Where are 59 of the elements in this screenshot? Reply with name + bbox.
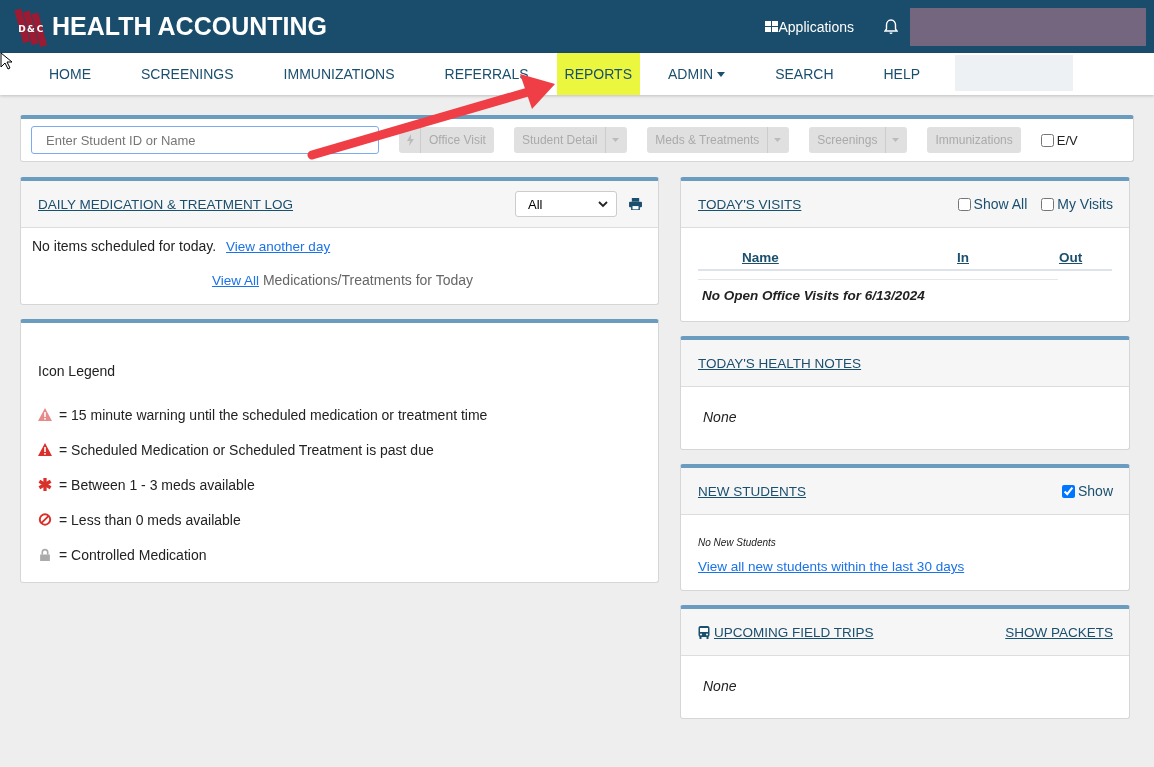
field-trips-title-link[interactable]: UPCOMING FIELD TRIPS xyxy=(714,624,874,640)
legend-text: = 15 minute warning until the scheduled medication or treatment time xyxy=(59,406,488,423)
no-new-students-message: No New Students xyxy=(697,536,777,550)
warning-triangle-icon xyxy=(38,408,52,421)
lock-icon xyxy=(38,548,52,561)
nav-item[interactable]: HELP xyxy=(861,53,943,95)
no-visits-message: No Open Office Visits for 6/13/2024 xyxy=(698,279,1058,311)
ev-label: E/V xyxy=(1056,132,1078,148)
no-items-message: No items scheduled for today. View another day xyxy=(32,238,332,256)
nav-item[interactable]: SEARCH xyxy=(753,53,856,95)
checkbox-label: Show xyxy=(1077,483,1113,499)
print-icon[interactable] xyxy=(629,198,642,210)
medication-log-title-link[interactable]: DAILY MEDICATION & TREATMENT LOG xyxy=(38,196,294,212)
new-students-title-link[interactable]: NEW STUDENTS xyxy=(698,483,806,499)
student-search-field[interactable]: Enter Student ID or Name xyxy=(31,126,379,154)
bus-icon xyxy=(698,625,710,639)
column-header-link[interactable]: Name xyxy=(742,250,957,265)
nav-item[interactable]: REPORTS xyxy=(556,53,640,95)
visits-filter-checkbox[interactable] xyxy=(1041,197,1055,211)
legend-text: = Less than 0 meds available xyxy=(59,511,241,528)
column-header-link[interactable]: Out xyxy=(1059,250,1083,265)
show-checkbox[interactable] xyxy=(1061,484,1075,498)
checkbox-label: My Visits xyxy=(1057,196,1113,212)
view-all-sentence: View All Medications/Treatments for Today xyxy=(211,272,474,290)
grid-icon xyxy=(764,21,778,32)
caret-icon xyxy=(892,138,900,142)
view-new-students-link[interactable]: View all new students within the last 30 days xyxy=(698,559,965,574)
empty-message: None xyxy=(702,408,738,427)
ev-checkbox[interactable] xyxy=(1040,133,1054,147)
column-header-link[interactable]: In xyxy=(957,250,1059,265)
app-title: HEALTH ACCOUNTING xyxy=(52,12,327,41)
visits-filter-checkbox[interactable] xyxy=(957,197,971,211)
checkbox-label: Show All xyxy=(973,196,1028,212)
legend-title: Icon Legend xyxy=(38,363,117,379)
nav-item[interactable]: REFERRALS xyxy=(422,53,551,95)
health-notes-title-link[interactable]: TODAY'S HEALTH NOTES xyxy=(698,355,862,371)
nav-item[interactable]: SCREENINGS xyxy=(119,53,256,95)
warning-triangle-icon xyxy=(38,443,52,456)
legend-text: = Controlled Medication xyxy=(59,546,207,563)
caret-icon xyxy=(717,71,726,77)
legend-text: = Scheduled Medication or Scheduled Treatment is past due xyxy=(59,441,434,458)
chevron-down-icon xyxy=(598,200,608,208)
todays-visits-title-link[interactable]: TODAY'S VISITS xyxy=(698,196,802,212)
filter-dropdown[interactable]: All xyxy=(515,191,617,217)
caret-icon xyxy=(774,138,782,142)
notification-bell-icon[interactable] xyxy=(884,18,898,35)
caret-icon xyxy=(612,138,620,142)
prohibited-icon xyxy=(38,513,52,526)
nav-item[interactable]: ADMIN xyxy=(646,53,748,95)
nav-item[interactable]: IMMUNIZATIONS xyxy=(261,53,417,95)
asterisk-icon xyxy=(38,478,52,491)
show-packets-link[interactable]: SHOW PACKETS xyxy=(1005,624,1113,640)
lightning-icon xyxy=(407,134,414,146)
legend-text: = Between 1 - 3 meds available xyxy=(59,476,255,493)
empty-message: None xyxy=(702,677,738,696)
applications-button[interactable]: Applications xyxy=(764,18,854,35)
view-all-link[interactable]: View All xyxy=(212,273,259,288)
nav-item[interactable]: HOME xyxy=(27,53,113,95)
view-another-day-link[interactable]: View another day xyxy=(226,239,331,254)
